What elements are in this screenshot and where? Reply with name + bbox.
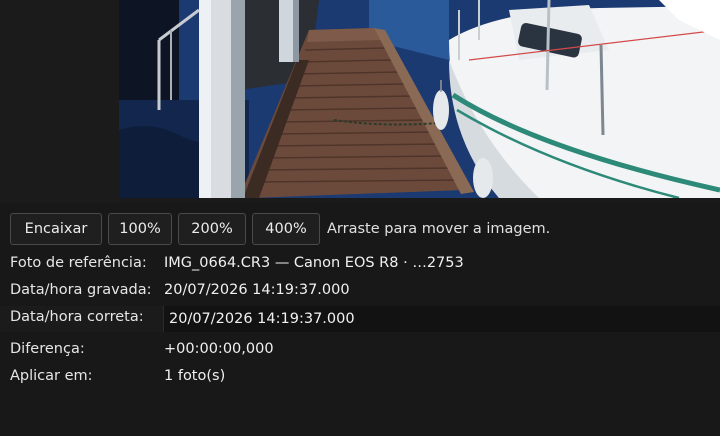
reference-photo-label: Foto de referência: (10, 255, 147, 271)
zoom-100-button[interactable]: 100% (108, 213, 172, 245)
correct-datetime-label: Data/hora correta: (10, 309, 144, 325)
apply-to-value: 1 foto(s) (164, 368, 226, 384)
difference-label: Diferença: (10, 341, 85, 357)
apply-to-label: Aplicar em: (10, 368, 93, 384)
difference-row: Diferença: +00:00:00,000 (10, 337, 274, 361)
fit-button[interactable]: Encaixar (10, 213, 102, 245)
zoom-400-button[interactable]: 400% (252, 213, 320, 245)
correct-datetime-row: Data/hora correta: (0, 306, 720, 332)
recorded-datetime-row: Data/hora gravada: 20/07/2026 14:19:37.0… (10, 278, 350, 302)
zoom-controls: Encaixar 100% 200% 400% Arraste para mov… (10, 212, 550, 246)
recorded-datetime-value: 20/07/2026 14:19:37.000 (164, 282, 350, 298)
preview-letterbox (0, 0, 119, 203)
reference-photo-row: Foto de referência: IMG_0664.CR3 — Canon… (10, 251, 464, 275)
image-preview-area[interactable] (0, 0, 720, 203)
apply-to-row: Aplicar em: 1 foto(s) (10, 364, 225, 388)
recorded-datetime-label: Data/hora gravada: (10, 282, 152, 298)
zoom-200-button[interactable]: 200% (178, 213, 246, 245)
correct-datetime-input[interactable] (163, 306, 720, 332)
difference-value: +00:00:00,000 (164, 341, 274, 357)
drag-hint: Arraste para mover a imagem. (327, 221, 551, 237)
reference-photo-preview[interactable] (119, 0, 720, 198)
reference-photo-value: IMG_0664.CR3 — Canon EOS R8 · …2753 (164, 255, 464, 271)
